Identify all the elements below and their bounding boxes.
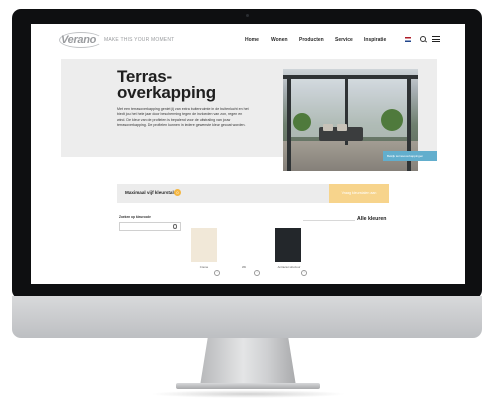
filter-label: Zoeken op kleurcode (119, 215, 151, 219)
color-selection-bar: Maximaal vijf kleurstalen 0 Vraag kleurs… (117, 184, 389, 203)
camera-dot (246, 14, 249, 17)
photo-cushion (323, 124, 333, 131)
swatch-creme[interactable] (191, 228, 217, 262)
info-icon[interactable]: i (301, 270, 307, 276)
site-tagline: MAKE THIS YOUR MOMENT (104, 37, 175, 43)
nav-producten[interactable]: Producten (299, 37, 324, 43)
hero-title: Terras- overkapping (117, 68, 216, 102)
nav-home[interactable]: Home (245, 37, 259, 43)
hero-title-line2: overkapping (117, 83, 216, 102)
swatch-name: Antraciet structuur (277, 265, 301, 269)
selection-label: Maximaal vijf kleurstalen (125, 190, 180, 195)
language-flag-icon[interactable] (405, 37, 411, 42)
photo-cushion (337, 124, 347, 131)
photo-post-left (287, 75, 291, 171)
divider (303, 220, 355, 221)
color-code-search-input[interactable] (119, 222, 181, 231)
search-icon[interactable] (172, 224, 177, 229)
site-logo[interactable]: Verano (61, 34, 96, 46)
nav-service[interactable]: Service (335, 37, 353, 43)
swatch-name: Wit (241, 265, 247, 269)
hero-description: Met een terrasoverkapping geniet jij van… (117, 107, 249, 127)
monitor-stand-neck (200, 338, 296, 386)
hamburger-menu-icon[interactable] (432, 36, 440, 42)
photo-badge[interactable]: Bekijk terrasoverkappingen (383, 151, 437, 161)
request-samples-button[interactable]: Vraag kleurstalen aan (329, 184, 389, 203)
site-header: Verano MAKE THIS YOUR MOMENT Home Wonen … (31, 24, 465, 58)
nav-inspiratie[interactable]: Inspiratie (364, 37, 386, 43)
swatch-wit[interactable] (231, 228, 257, 262)
info-icon[interactable]: i (254, 270, 260, 276)
screen: Verano MAKE THIS YOUR MOMENT Home Wonen … (31, 24, 465, 284)
swatch-name: Creme (199, 265, 209, 269)
nav-wonen[interactable]: Wonen (271, 37, 288, 43)
selection-count-badge: 0 (174, 189, 181, 196)
monitor-chin (12, 296, 482, 338)
search-icon[interactable] (420, 36, 426, 42)
hero-section: Terras- overkapping Met een terrasoverka… (61, 59, 437, 171)
stand-shadow (150, 390, 346, 398)
info-icon[interactable]: i (214, 270, 220, 276)
swatch-antraciet[interactable] (275, 228, 301, 262)
monitor-stand-foot (176, 383, 320, 389)
photo-roof-beam (283, 75, 418, 79)
photo-plant (293, 113, 311, 131)
photo-plant (381, 109, 403, 131)
all-colors-dropdown[interactable]: Alle kleuren (357, 216, 386, 222)
